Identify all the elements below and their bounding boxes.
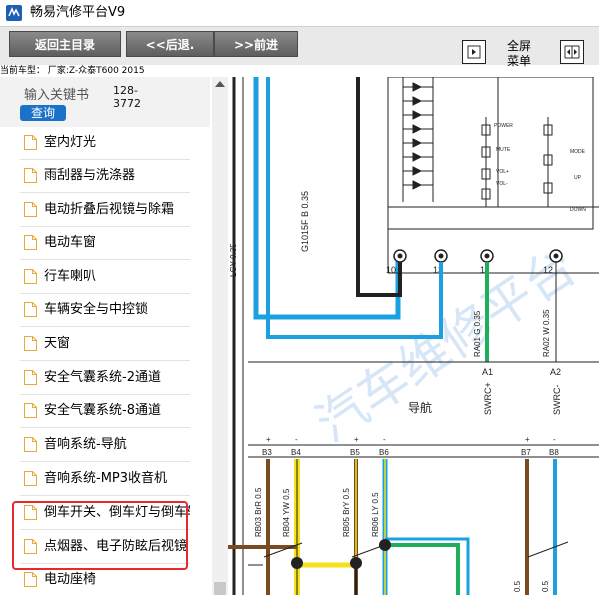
fullscreen-button[interactable] xyxy=(560,40,584,64)
bottom-pin: B7 xyxy=(521,448,531,457)
document-icon xyxy=(24,235,37,250)
section-label: 导航 xyxy=(408,400,432,415)
switch-label: UP xyxy=(574,175,582,181)
search-value: 128- 3772 xyxy=(113,84,141,110)
list-item[interactable]: 电动车窗 xyxy=(20,227,190,260)
app-logo-icon xyxy=(6,5,22,21)
wiring-diagram-svg: 汽车维修平台 LGY 0.35 POWER MUTE VOL- VOL+ MOD… xyxy=(228,77,599,595)
list-item[interactable]: 电动座椅 xyxy=(20,564,190,595)
list-item[interactable]: 雨刮器与洗涤器 xyxy=(20,160,190,193)
document-icon xyxy=(24,168,37,183)
document-icon xyxy=(24,336,37,351)
window-title: 畅易汽修平台V9 xyxy=(30,5,126,20)
wire-label: RB06 LY 0.5 xyxy=(371,492,380,537)
scroll-up-arrow-icon[interactable] xyxy=(215,81,225,87)
list-item[interactable]: 安全气囊系统-2通道 xyxy=(20,362,190,395)
query-button[interactable]: 查询 xyxy=(20,105,66,121)
switch-label: MODE xyxy=(570,149,586,155)
expand-icon xyxy=(564,45,580,59)
bottom-pin: B4 xyxy=(291,448,301,457)
document-icon xyxy=(24,539,37,554)
back-button[interactable]: <<后退. xyxy=(126,31,214,57)
edge-text-3: 0.5 xyxy=(541,580,550,592)
switch-label: VOL- xyxy=(496,181,508,187)
bottom-pin: B3 xyxy=(262,448,272,457)
list-item[interactable]: 点烟器、电子防眩后视镜 xyxy=(20,531,190,564)
bottom-pin: B8 xyxy=(549,448,559,457)
bottom-sign: + xyxy=(354,435,359,444)
wire-label: G1015F B 0.35 xyxy=(300,191,310,252)
pin-label: A2 xyxy=(550,367,561,377)
search-input[interactable]: 输入关键书 xyxy=(24,84,89,103)
list-item[interactable]: 倒车开关、倒车灯与倒车辅助 xyxy=(20,497,190,530)
switch-label: DOWN xyxy=(570,207,586,213)
list-item[interactable]: 天窗 xyxy=(20,328,190,361)
document-icon xyxy=(24,269,37,284)
list-item[interactable]: 安全气囊系统-8通道 xyxy=(20,395,190,428)
switch-label: POWER xyxy=(494,123,513,129)
wire-label: RA02 W 0.35 xyxy=(542,309,551,357)
current-car-model: 当前车型： 厂家:Z-众泰T600 2015 xyxy=(0,66,145,76)
fullscreen-menu-label: 全屏 菜单 xyxy=(506,39,531,68)
title-bar: 畅易汽修平台V9 xyxy=(0,0,599,27)
list-item[interactable]: 室内灯光 xyxy=(20,127,190,160)
signal-label: SWRC- xyxy=(552,385,562,416)
switch-label: VOL+ xyxy=(496,169,509,175)
pin-label: A1 xyxy=(482,367,493,377)
document-icon xyxy=(24,202,37,217)
scrollbar-thumb[interactable] xyxy=(214,582,226,595)
sidebar-scrollbar[interactable] xyxy=(212,77,228,595)
switch-label: MUTE xyxy=(496,147,511,153)
wire-label: RB04 YW 0.5 xyxy=(282,488,291,537)
wire-label: RB05 BrY 0.5 xyxy=(342,488,351,537)
document-icon xyxy=(24,471,37,486)
document-icon xyxy=(24,437,37,452)
document-icon xyxy=(24,572,37,587)
wire-label: RA01 G 0.35 xyxy=(473,310,482,357)
bottom-pin: B5 xyxy=(350,448,360,457)
document-icon xyxy=(24,135,37,150)
signal-label: SWRC+ xyxy=(483,382,493,415)
sidebar: 输入关键书 128- 3772 查询 室内灯光 雨刮器与洗涤器 电动折叠后视镜与… xyxy=(0,77,228,595)
edge-text-2: 0.5 xyxy=(513,580,522,592)
edge-text-1: LGY 0.35 xyxy=(229,243,238,277)
bottom-pin: B6 xyxy=(379,448,389,457)
bottom-sign: + xyxy=(266,435,271,444)
list-item[interactable]: 电动折叠后视镜与除霜 xyxy=(20,194,190,227)
wiring-diagram: 汽车维修平台 LGY 0.35 POWER MUTE VOL- VOL+ MOD… xyxy=(228,77,599,595)
document-icon xyxy=(24,403,37,418)
forward-button[interactable]: >>前进 xyxy=(214,31,298,57)
search-area: 输入关键书 128- 3772 查询 xyxy=(0,77,210,127)
document-icon xyxy=(24,302,37,317)
bottom-sign: - xyxy=(383,435,386,444)
document-icon xyxy=(24,370,37,385)
wire-label: RB03 BrR 0.5 xyxy=(254,487,263,537)
list-item[interactable]: 音响系统-MP3收音机 xyxy=(20,463,190,496)
bottom-sign: - xyxy=(295,435,298,444)
document-icon xyxy=(24,505,37,520)
collapse-icon xyxy=(467,45,481,59)
list-item[interactable]: 行车喇叭 xyxy=(20,261,190,294)
list-item[interactable]: 车辆安全与中控锁 xyxy=(20,294,190,327)
bottom-sign: + xyxy=(525,435,530,444)
collapse-sidebar-button[interactable] xyxy=(462,40,486,64)
back-to-main-button[interactable]: 返回主目录 xyxy=(9,31,121,57)
bottom-sign: - xyxy=(553,435,556,444)
list-item[interactable]: 音响系统-导航 xyxy=(20,429,190,462)
